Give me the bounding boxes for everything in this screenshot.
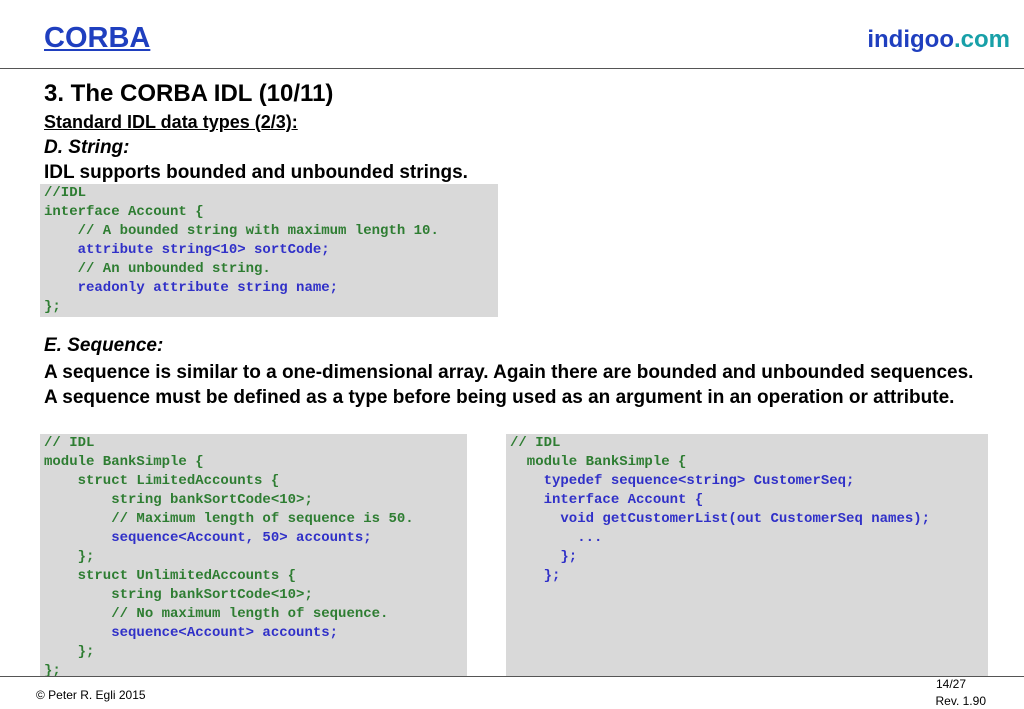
- code-line: interface Account {: [44, 204, 204, 220]
- code-line: struct LimitedAccounts {: [44, 473, 280, 489]
- code-line: };: [510, 568, 561, 584]
- code-line: string bankSortCode<10>;: [44, 492, 313, 508]
- code-line: //IDL: [44, 185, 87, 201]
- code-line: };: [510, 549, 578, 565]
- code-block-string: //IDL interface Account { // A bounded st…: [40, 184, 498, 317]
- code-line: };: [44, 663, 61, 676]
- header-divider: [0, 68, 1024, 69]
- code-line: module BankSimple {: [510, 454, 687, 470]
- code-line: typedef sequence<string> CustomerSeq;: [510, 473, 855, 489]
- code-line: interface Account {: [510, 492, 704, 508]
- code-line: struct UnlimitedAccounts {: [44, 568, 297, 584]
- code-line: readonly attribute string name;: [44, 280, 339, 296]
- code-block-sequence-left: // IDL module BankSimple { struct Limited…: [40, 434, 467, 676]
- code-line: attribute string<10> sortCode;: [44, 242, 330, 258]
- footer-page-number: 14/27: [935, 677, 966, 691]
- code-line: // IDL: [510, 435, 561, 451]
- footer-revision: Rev. 1.90: [935, 694, 986, 708]
- footer-divider: [0, 676, 1024, 677]
- code-line: sequence<Account, 50> accounts;: [44, 530, 372, 546]
- code-line: };: [44, 299, 61, 315]
- code-line: // Maximum length of sequence is 50.: [44, 511, 414, 527]
- code-line: // No maximum length of sequence.: [44, 606, 389, 622]
- section-d-text: IDL supports bounded and unbounded strin…: [44, 162, 468, 183]
- brand-tld: .com: [953, 26, 1010, 53]
- code-line: };: [44, 549, 95, 565]
- code-line: sequence<Account> accounts;: [44, 625, 339, 641]
- code-line: ...: [510, 530, 603, 546]
- code-block-sequence-right: // IDL module BankSimple { typedef seque…: [506, 434, 988, 676]
- code-line: // A bounded string with maximum length …: [44, 223, 439, 239]
- footer-copyright: © Peter R. Egli 2015: [36, 688, 146, 702]
- code-line: // An unbounded string.: [44, 261, 271, 277]
- code-line: void getCustomerList(out CustomerSeq nam…: [510, 511, 931, 527]
- code-line: module BankSimple {: [44, 454, 204, 470]
- brand-logo[interactable]: indigoo.com: [867, 26, 1010, 54]
- brand-main: indigoo: [867, 26, 954, 53]
- slide-title: 3. The CORBA IDL (10/11): [44, 80, 334, 107]
- section-d-heading: D. String:: [44, 137, 130, 158]
- section-e-text: A sequence is similar to a one-dimension…: [44, 362, 974, 408]
- header-title: CORBA: [44, 22, 151, 54]
- section-e-heading: E. Sequence:: [44, 335, 164, 356]
- slide-subtitle: Standard IDL data types (2/3):: [44, 112, 298, 132]
- code-line: };: [44, 644, 95, 660]
- code-line: string bankSortCode<10>;: [44, 587, 313, 603]
- code-line: // IDL: [44, 435, 95, 451]
